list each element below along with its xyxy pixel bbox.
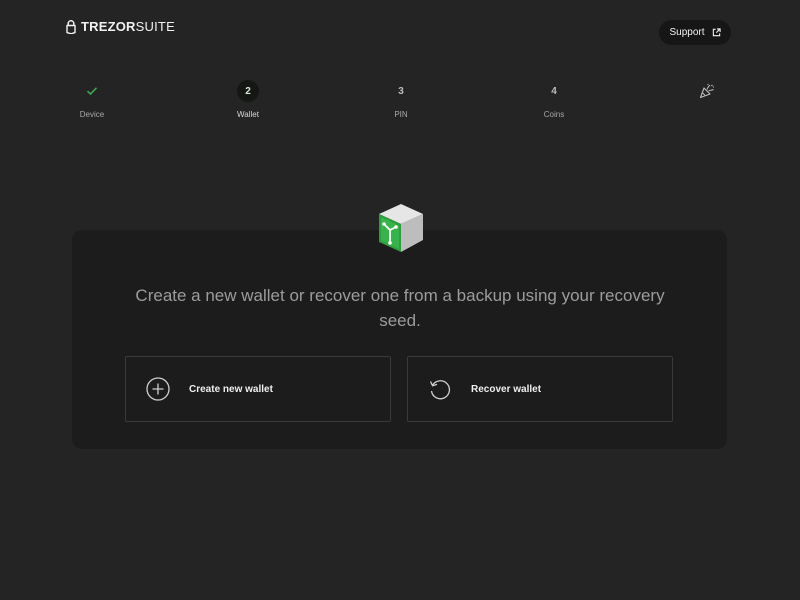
recover-wallet-button[interactable]: Recover wallet: [407, 356, 673, 422]
support-button[interactable]: Support: [659, 20, 731, 45]
step-wallet[interactable]: 2 Wallet: [218, 80, 278, 119]
onboarding-page: TREZORSUITE Support Device 2 Wallet 3 PI…: [0, 0, 800, 600]
step-label-device: Device: [79, 110, 105, 119]
step-coins[interactable]: 4 Coins: [524, 80, 584, 120]
create-new-wallet-button[interactable]: Create new wallet: [125, 356, 391, 422]
lock-icon: [66, 20, 76, 34]
plus-circle-icon: [145, 376, 171, 402]
external-link-icon: [712, 28, 721, 37]
step-label-coins: Coins: [543, 110, 565, 119]
step-pin[interactable]: 3 PIN: [371, 80, 431, 120]
step-label-wallet: Wallet: [237, 110, 259, 119]
check-icon: [81, 80, 103, 102]
step-number-coins: 4: [551, 85, 557, 97]
create-new-wallet-label: Create new wallet: [189, 383, 273, 395]
logo-text: TREZORSUITE: [81, 19, 175, 34]
step-device[interactable]: Device: [62, 80, 122, 119]
wallet-cube-illustration: [379, 204, 423, 252]
recover-wallet-label: Recover wallet: [471, 383, 542, 395]
recover-arrow-icon: [427, 376, 453, 402]
step-label-pin: PIN: [394, 110, 408, 119]
step-number-pin: 3: [398, 85, 404, 97]
support-label: Support: [669, 27, 705, 38]
trezor-suite-logo: TREZORSUITE: [66, 19, 175, 35]
page-headline: Create a new wallet or recover one from …: [135, 286, 665, 330]
party-popper-icon: [699, 83, 715, 99]
step-number-wallet: 2: [237, 80, 259, 102]
